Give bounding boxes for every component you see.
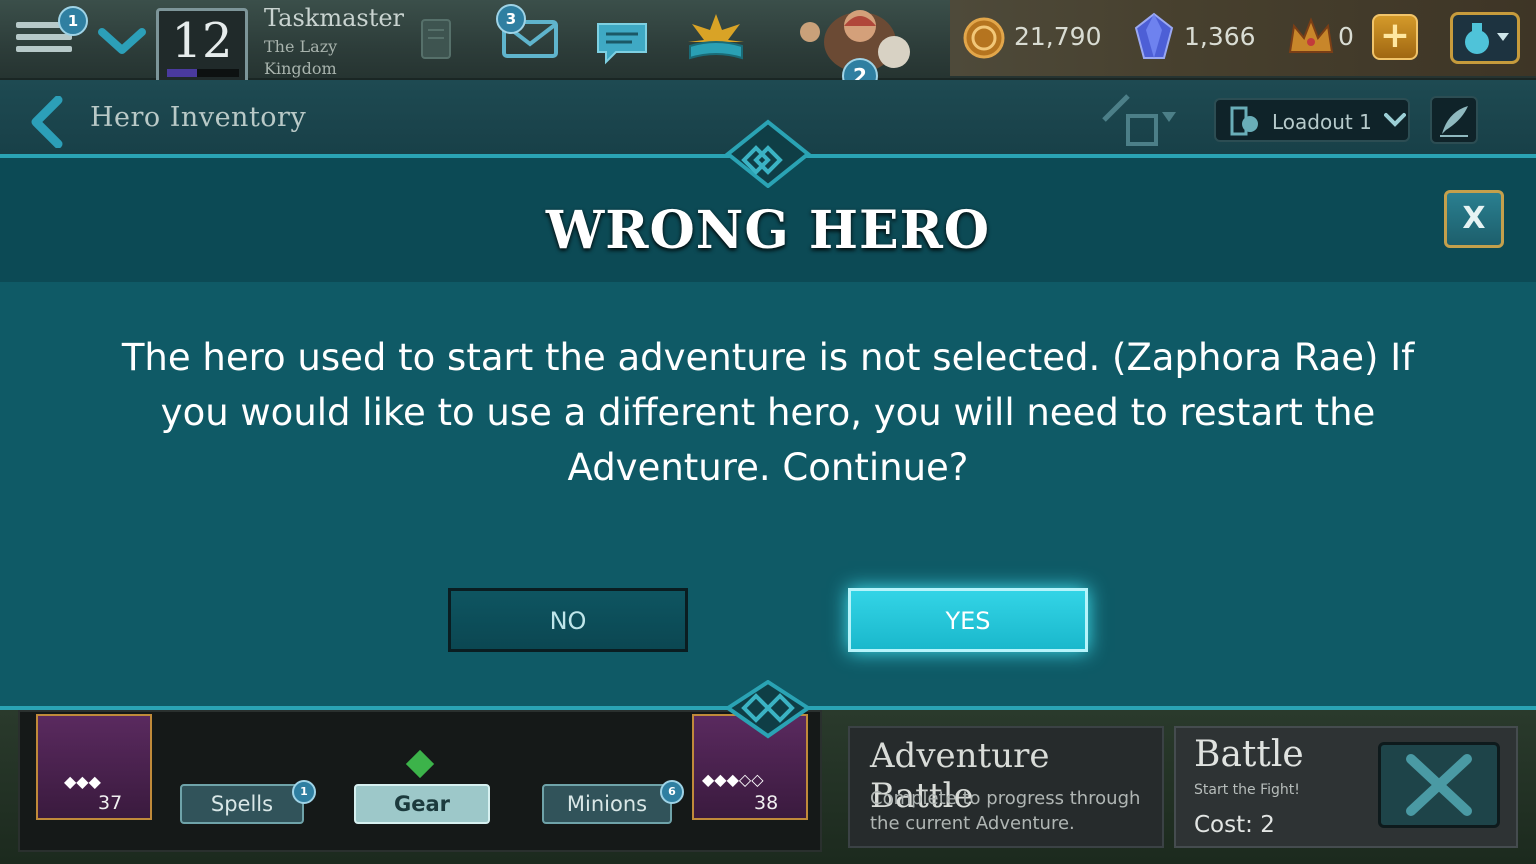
- menu-badge: 1: [58, 6, 88, 36]
- shield-loadout-icon: [1230, 106, 1258, 136]
- gear-plus-marker: [405, 749, 435, 779]
- chat-icon[interactable]: [594, 20, 650, 66]
- bottom-diamond-ornament: [724, 680, 812, 739]
- book-icon[interactable]: [684, 12, 748, 64]
- chevron-down-icon: [1384, 113, 1406, 127]
- adventure-battle-panel: Adventure Battle Complete to progress th…: [848, 726, 1164, 848]
- start-battle-button[interactable]: [1378, 742, 1500, 828]
- minions-badge: 6: [660, 780, 684, 804]
- dialog-title: WRONG HERO: [545, 200, 991, 261]
- card-right-count: 38: [754, 792, 779, 814]
- tab-gear[interactable]: Gear: [354, 784, 490, 824]
- dialog-message: The hero used to start the adventure is …: [121, 336, 1415, 489]
- gem-amount: 1,366: [1184, 22, 1256, 51]
- rarity-diamonds: ◆◆◆: [64, 772, 101, 791]
- check-icon[interactable]: [98, 22, 146, 56]
- potion-icon: [1465, 23, 1509, 54]
- crown-amount: 0: [1338, 22, 1354, 51]
- level-number: 12: [171, 13, 233, 69]
- back-icon[interactable]: [28, 96, 64, 148]
- close-button[interactable]: X: [1444, 190, 1504, 248]
- add-currency-button[interactable]: +: [1372, 14, 1418, 60]
- yes-button[interactable]: YES: [848, 588, 1088, 652]
- top-diamond-ornament: [724, 119, 812, 188]
- scroll-icon[interactable]: [414, 14, 458, 64]
- page-title: Hero Inventory: [90, 102, 307, 133]
- edit-loadout-button[interactable]: [1430, 96, 1478, 144]
- close-icon: X: [1462, 201, 1486, 236]
- potion-button[interactable]: [1450, 12, 1520, 64]
- battle-panel: Battle Start the Fight! Cost: 2: [1174, 726, 1518, 848]
- tab-spells[interactable]: Spells: [180, 784, 304, 824]
- spells-badge: 1: [292, 780, 316, 804]
- crossed-swords-icon: [1406, 754, 1472, 816]
- loadout-dropdown[interactable]: Loadout 1: [1214, 98, 1410, 142]
- battle-cost: Cost: 2: [1194, 812, 1275, 838]
- battle-subtitle: Start the Fight!: [1194, 782, 1300, 798]
- gem-icon: [1134, 12, 1174, 59]
- gold-coin-icon: [963, 17, 1005, 59]
- top-bar: 1 12 Taskmaster The Lazy Kingdom 3 2 21,…: [0, 0, 1536, 94]
- inventory-tabs-area: ◆◆◆ 37 Spells 1 Gear Minions 6 ◆◆◆◇◇ 38: [18, 710, 822, 852]
- sword-loadout-icon[interactable]: [1098, 90, 1178, 148]
- card-left-count: 37: [98, 792, 123, 814]
- tab-minions[interactable]: Minions: [542, 784, 672, 824]
- hero-card-left[interactable]: ◆◆◆ 37: [36, 714, 152, 820]
- crown-icon: [1288, 17, 1334, 53]
- loadout-label: Loadout 1: [1272, 110, 1372, 134]
- player-name: Taskmaster: [264, 4, 405, 32]
- gold-amount: 21,790: [1014, 22, 1102, 51]
- plus-icon: +: [1379, 15, 1411, 56]
- rarity-diamonds: ◆◆◆◇◇: [702, 770, 764, 789]
- xp-bar: [167, 69, 239, 77]
- mail-badge: 3: [496, 4, 526, 34]
- no-button[interactable]: NO: [448, 588, 688, 652]
- battle-title: Battle: [1194, 734, 1304, 775]
- player-title: The Lazy Kingdom: [264, 37, 338, 78]
- adventure-description: Complete to progress through the current…: [870, 788, 1141, 834]
- wrong-hero-dialog: WRONG HERO X The hero used to start the …: [0, 154, 1536, 710]
- player-level[interactable]: 12: [156, 8, 248, 84]
- quill-icon: [1440, 106, 1468, 137]
